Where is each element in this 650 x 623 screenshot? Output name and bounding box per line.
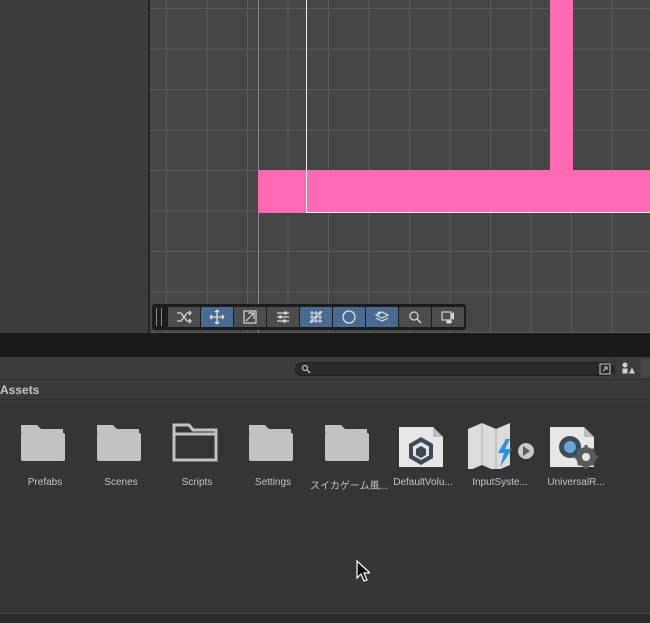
move-arrows-icon <box>209 309 225 325</box>
folder-icon <box>97 425 141 461</box>
asset-label: DefaultVolu... <box>393 477 453 488</box>
breadcrumb-assets[interactable]: Assets <box>0 383 39 397</box>
asset-item-default-volume[interactable]: DefaultVolu... <box>381 401 457 493</box>
filter-by-type-icon[interactable] <box>621 362 635 374</box>
asset-item-scripts[interactable]: Scripts <box>155 401 231 493</box>
shuffle-icon <box>177 310 192 324</box>
asset-label: UniversalR... <box>547 477 605 488</box>
window-tab-bar <box>0 333 650 357</box>
grid-hatch-icon <box>309 310 323 324</box>
selection-outline-bottom <box>306 212 650 213</box>
input-actions-icon <box>468 423 534 469</box>
snap-tool-button[interactable] <box>234 307 266 327</box>
status-bar <box>0 613 650 623</box>
breadcrumb-bar <box>0 379 650 400</box>
lighting-toggle-button[interactable] <box>333 307 365 327</box>
folder-icon <box>325 425 369 461</box>
layers-toggle-button[interactable] <box>366 307 398 327</box>
settings-sliders-button[interactable] <box>267 307 299 327</box>
pink-horizontal-bar[interactable] <box>258 170 650 213</box>
pink-vertical-bar[interactable] <box>550 0 573 172</box>
camera-visibility-button[interactable] <box>432 307 464 327</box>
hierarchy-panel[interactable] <box>0 0 148 333</box>
search-popout-icon[interactable] <box>599 363 611 375</box>
toolbar-drag-handle[interactable] <box>156 308 162 326</box>
asset-item-settings[interactable]: Settings <box>231 401 307 493</box>
scene-view[interactable] <box>150 0 650 333</box>
asset-label: スイカゲーム風... <box>309 481 389 492</box>
search-icon <box>301 364 311 374</box>
header-separator <box>614 359 615 377</box>
magnifier-icon <box>409 311 422 324</box>
snap-icon <box>243 310 257 324</box>
asset-label: Scenes <box>104 477 138 488</box>
folder-icon <box>249 425 293 461</box>
asset-label: InputSyste... <box>472 477 528 488</box>
camera-eye-icon <box>441 311 454 324</box>
asset-label: Scripts <box>181 477 213 488</box>
search-input[interactable] <box>312 363 592 375</box>
header-overflow <box>641 359 650 377</box>
asset-item-prefabs[interactable]: Prefabs <box>3 401 79 493</box>
empty-folder-icon <box>172 423 218 462</box>
mouse-cursor-icon <box>356 560 370 582</box>
search-field[interactable] <box>295 362 614 376</box>
asset-label: Settings <box>254 477 292 488</box>
layers-icon <box>374 311 390 322</box>
shuffle-tool-button[interactable] <box>168 307 200 327</box>
volume-profile-icon <box>399 427 443 467</box>
asset-item-suika-game[interactable]: スイカゲーム風... <box>307 401 388 493</box>
sliders-icon <box>277 311 289 323</box>
grid-toggle-button[interactable] <box>300 307 332 327</box>
search-scene-button[interactable] <box>399 307 431 327</box>
render-pipeline-asset-icon <box>550 427 598 469</box>
folder-icon <box>21 425 65 461</box>
asset-item-input-system[interactable]: InputSyste... <box>458 401 534 493</box>
selection-outline-left <box>306 0 307 213</box>
scene-guide-line <box>258 0 259 333</box>
asset-grid[interactable]: Prefabs Scenes Scripts Settings スイカゲーム風.… <box>0 401 650 613</box>
moon-icon <box>342 310 356 324</box>
scene-overlay-toolbar <box>152 304 466 330</box>
asset-item-universal-rp[interactable]: UniversalR... <box>534 401 610 493</box>
asset-label: Prefabs <box>27 477 63 488</box>
move-tool-button[interactable] <box>201 307 233 327</box>
asset-item-scenes[interactable]: Scenes <box>79 401 155 493</box>
